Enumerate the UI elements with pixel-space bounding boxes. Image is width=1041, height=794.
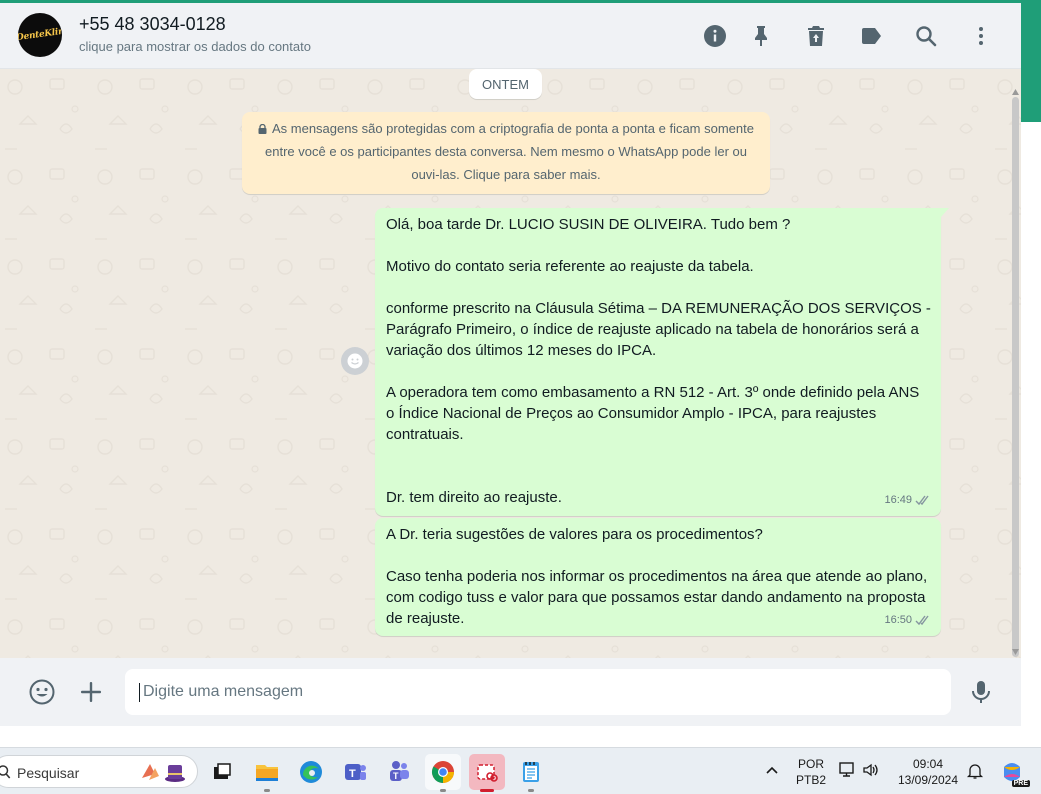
date-separator: ONTEM: [469, 69, 542, 99]
message-input-placeholder: Digite uma mensagem: [143, 683, 304, 700]
outgoing-message[interactable]: Olá, boa tarde Dr. LUCIO SUSIN DE OLIVEI…: [375, 208, 949, 516]
notification-bell-icon[interactable]: [966, 762, 984, 780]
contact-avatar[interactable]: DenteKlin: [18, 13, 62, 57]
chat-scrollbar[interactable]: [1012, 97, 1019, 657]
taskbar-chrome[interactable]: [425, 754, 461, 792]
taskbar-notepad[interactable]: [513, 754, 549, 792]
taskbar-file-explorer[interactable]: [249, 754, 285, 792]
network-icon[interactable]: [839, 761, 857, 779]
encryption-notice[interactable]: As mensagens são protegidas com a cripto…: [242, 112, 770, 194]
lock-icon: [258, 124, 267, 134]
svg-text:T: T: [349, 768, 356, 780]
language-line-1: POR: [797, 757, 824, 771]
preview-badge: PRE: [1011, 780, 1030, 787]
taskbar-copilot[interactable]: PRE: [994, 754, 1030, 790]
show-hidden-icons-chevron-icon[interactable]: [763, 762, 781, 780]
contact-subtitle[interactable]: clique para mostrar os dados do contato: [79, 39, 311, 54]
message-time: 16:49: [884, 494, 912, 506]
window-right-edge: [1021, 0, 1041, 122]
taskbar-search-box[interactable]: Pesquisar: [0, 755, 198, 788]
message-composer: Digite uma mensagem: [0, 658, 1021, 726]
task-view-icon: [214, 763, 231, 779]
reaction-button[interactable]: [341, 347, 369, 375]
message-input[interactable]: Digite uma mensagem: [125, 669, 951, 715]
taskbar-snipping-tool[interactable]: [469, 754, 505, 792]
attach-plus-icon[interactable]: [76, 677, 106, 707]
folder-icon: [256, 765, 278, 781]
chat-header[interactable]: DenteKlin +55 48 3034-0128 clique para m…: [0, 3, 1021, 69]
search-icon[interactable]: [912, 22, 940, 50]
teams-icon: T: [345, 764, 366, 780]
encryption-notice-text: As mensagens são protegidas com a cripto…: [265, 121, 754, 182]
contact-name[interactable]: +55 48 3034-0128: [79, 14, 226, 35]
edge-browser-icon: [300, 761, 322, 783]
language-indicator[interactable]: POR PTB2: [790, 756, 832, 788]
delete-icon[interactable]: [802, 22, 830, 50]
clock-date: 13/09/2024: [897, 773, 959, 787]
running-indicator: [528, 789, 534, 792]
active-indicator: [480, 789, 494, 792]
message-meta: 16:50: [884, 610, 931, 631]
chrome-icon: [432, 761, 454, 783]
pin-icon[interactable]: [747, 22, 775, 50]
svg-text:T: T: [393, 771, 399, 781]
message-text: A Dr. teria sugestões de valores para os…: [386, 526, 928, 627]
search-highlight-icon: [142, 764, 185, 782]
taskbar-edge[interactable]: [293, 754, 329, 790]
running-indicator: [440, 789, 446, 792]
scroll-down-arrow-icon[interactable]: [1012, 649, 1019, 655]
emoji-reaction-icon: [347, 353, 363, 369]
avatar-logo-text: DenteKlin: [18, 26, 62, 44]
notepad-icon: [523, 762, 539, 782]
search-icon: [0, 765, 11, 779]
window-bottom-margin: [0, 726, 1041, 747]
windows-taskbar: Pesquisar T T POR PTB2 09:04 13/09/2024 …: [0, 747, 1041, 794]
message-text: Olá, boa tarde Dr. LUCIO SUSIN DE OLIVEI…: [386, 216, 931, 506]
language-line-2: PTB2: [795, 773, 826, 787]
emoji-icon[interactable]: [27, 677, 57, 707]
window-right-margin: [1021, 122, 1041, 748]
label-icon[interactable]: [857, 22, 885, 50]
taskbar-task-view[interactable]: [204, 754, 240, 790]
system-clock[interactable]: 09:04 13/09/2024: [893, 756, 963, 788]
message-time: 16:50: [884, 614, 912, 626]
read-ticks-icon: [915, 495, 929, 506]
taskbar-teams-work[interactable]: T: [337, 754, 373, 790]
microphone-icon[interactable]: [966, 677, 996, 707]
info-icon[interactable]: [701, 22, 729, 50]
read-ticks-icon: [915, 615, 929, 626]
menu-icon[interactable]: [967, 22, 995, 50]
taskbar-teams[interactable]: T: [381, 754, 417, 790]
taskbar-search-label: Pesquisar: [17, 765, 80, 781]
snipping-tool-icon: [477, 764, 498, 782]
scroll-up-arrow-icon[interactable]: [1012, 89, 1019, 95]
volume-icon[interactable]: [862, 761, 880, 779]
teams-chat-icon: T: [390, 761, 409, 781]
clock-time: 09:04: [912, 757, 944, 771]
text-caret: [139, 683, 140, 702]
chat-area[interactable]: ONTEM As mensagens são protegidas com a …: [0, 69, 1021, 658]
outgoing-message[interactable]: A Dr. teria sugestões de valores para os…: [375, 518, 941, 636]
running-indicator: [264, 789, 270, 792]
message-meta: 16:49: [884, 490, 931, 511]
